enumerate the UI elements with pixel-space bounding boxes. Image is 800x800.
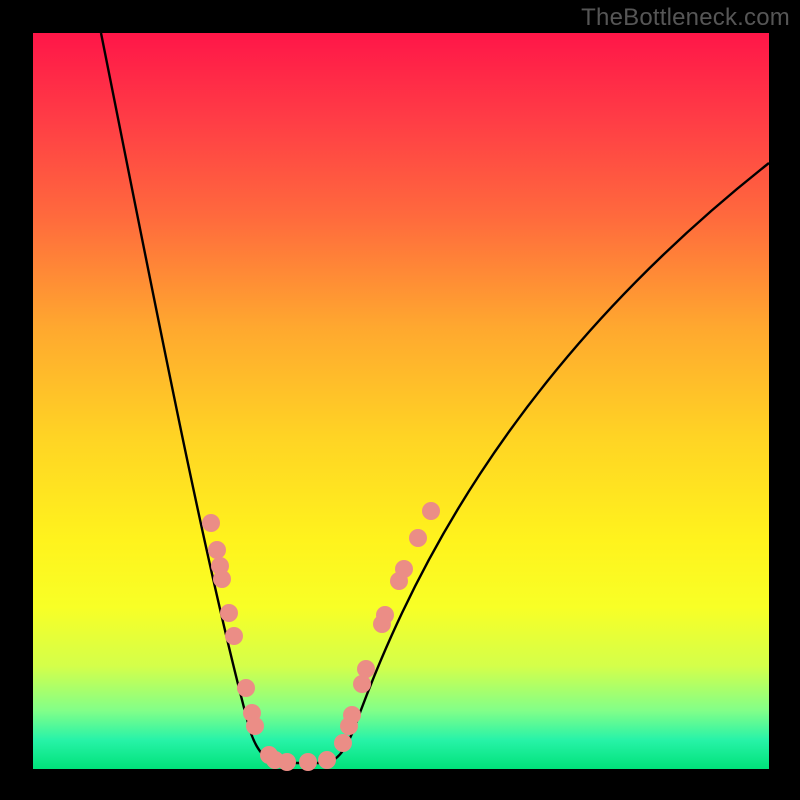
- curve-group: [101, 33, 769, 763]
- data-point: [395, 560, 413, 578]
- data-point: [343, 706, 361, 724]
- data-point: [225, 627, 243, 645]
- data-point: [208, 541, 226, 559]
- data-point: [357, 660, 375, 678]
- data-point: [422, 502, 440, 520]
- data-point: [220, 604, 238, 622]
- data-point: [318, 751, 336, 769]
- data-point: [409, 529, 427, 547]
- data-point: [334, 734, 352, 752]
- watermark-text: TheBottleneck.com: [581, 4, 790, 32]
- chart-frame: TheBottleneck.com: [0, 0, 800, 800]
- data-point: [213, 570, 231, 588]
- data-point: [278, 753, 296, 771]
- data-point: [237, 679, 255, 697]
- right-dots-group: [318, 502, 440, 769]
- left-curve: [101, 33, 303, 763]
- chart-svg: [33, 33, 769, 769]
- data-point: [246, 717, 264, 735]
- data-point: [376, 606, 394, 624]
- data-point: [202, 514, 220, 532]
- left-dots-group: [202, 514, 317, 771]
- data-point: [299, 753, 317, 771]
